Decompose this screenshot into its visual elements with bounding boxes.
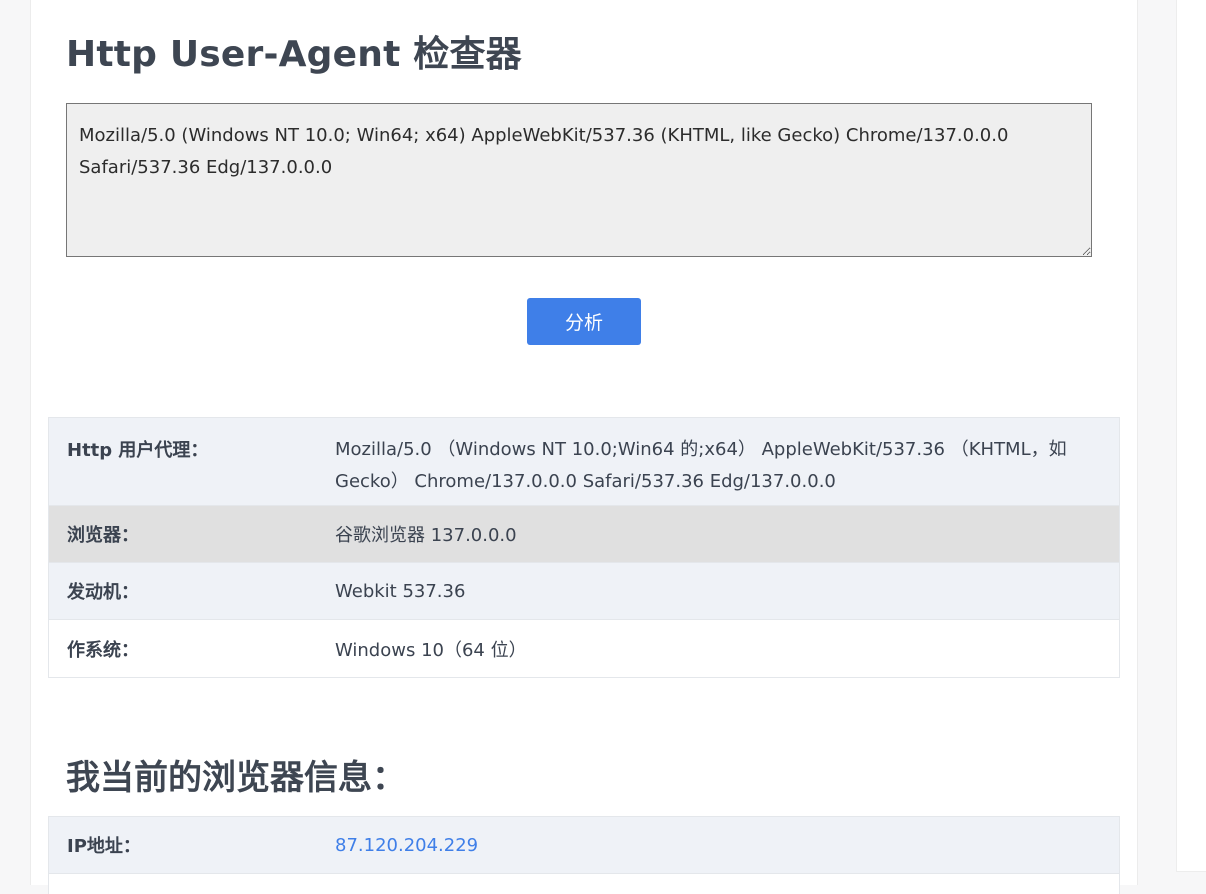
analyze-button[interactable]: 分析: [527, 298, 641, 345]
table-row: IP地址： 87.120.204.229: [49, 817, 1119, 874]
user-agent-input[interactable]: Mozilla/5.0 (Windows NT 10.0; Win64; x64…: [66, 103, 1092, 257]
table-row: [49, 874, 1119, 894]
row-label: 作系统：: [67, 639, 139, 661]
row-label: 发动机：: [67, 582, 139, 603]
row-value: 87.120.204.229: [335, 835, 1119, 856]
row-value: Windows 10（64 位）: [335, 639, 527, 661]
row-value: Mozilla/5.0 （Windows NT 10.0;Win64 的;x64…: [335, 439, 1067, 492]
my-browser-table: IP地址： 87.120.204.229: [48, 816, 1120, 894]
row-label: 浏览器：: [67, 525, 139, 546]
table-row: 作系统： Windows 10（64 位）: [49, 620, 1119, 677]
table-row: 浏览器： 谷歌浏览器 137.0.0.0: [49, 506, 1119, 563]
row-value: 谷歌浏览器 137.0.0.0: [335, 525, 517, 546]
page-title: Http User-Agent 检查器: [66, 34, 522, 75]
row-value: Webkit 537.36: [335, 580, 466, 602]
result-table: Http 用户代理： Mozilla/5.0 （Windows NT 10.0;…: [48, 417, 1120, 678]
section-title: 我当前的浏览器信息：: [66, 758, 406, 798]
table-row: 发动机： Webkit 537.36: [49, 563, 1119, 620]
row-label: Http 用户代理：: [67, 440, 209, 461]
ip-address-link[interactable]: 87.120.204.229: [335, 835, 478, 856]
row-label: IP地址：: [67, 836, 141, 857]
side-panel: [1176, 0, 1206, 872]
table-row: Http 用户代理： Mozilla/5.0 （Windows NT 10.0;…: [49, 418, 1119, 506]
